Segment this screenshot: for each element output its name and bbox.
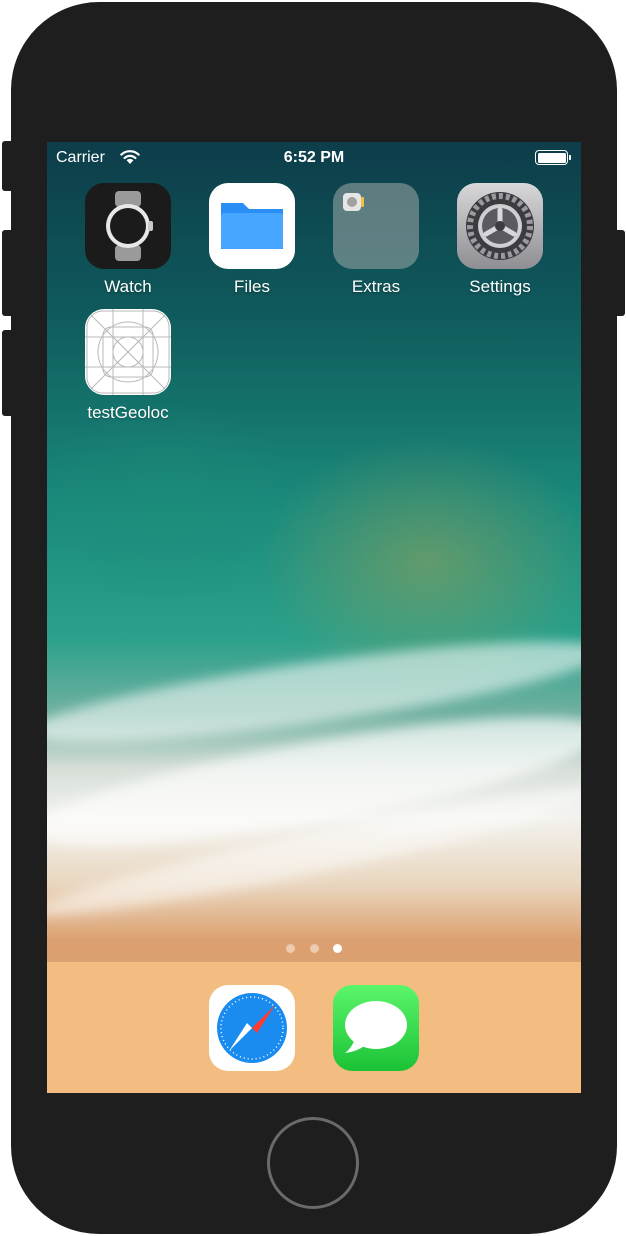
app-watch[interactable]: Watch bbox=[73, 183, 183, 297]
page-dot-active[interactable] bbox=[332, 944, 342, 953]
gear-icon[interactable] bbox=[457, 183, 543, 269]
folder-group-icon[interactable] bbox=[333, 183, 419, 269]
home-screen[interactable]: Carrier 6:52 PM Watch Files Extras Setti… bbox=[47, 142, 581, 1093]
speech-bubble-icon[interactable] bbox=[333, 985, 419, 1071]
clock: 6:52 PM bbox=[283, 149, 345, 166]
watch-icon[interactable] bbox=[85, 183, 171, 269]
app-label: Extras bbox=[351, 277, 401, 296]
app-label: Watch bbox=[104, 277, 152, 296]
page-indicator[interactable] bbox=[47, 940, 581, 958]
app-label: Files bbox=[234, 277, 270, 296]
app-settings[interactable]: Settings bbox=[445, 183, 555, 297]
page-dot[interactable] bbox=[286, 944, 296, 953]
battery-icon bbox=[535, 150, 568, 165]
status-bar: Carrier 6:52 PM bbox=[47, 142, 581, 174]
page-dot[interactable] bbox=[309, 944, 319, 953]
dock-app-messages[interactable] bbox=[321, 985, 431, 1071]
app-extras[interactable]: Extras bbox=[321, 183, 431, 297]
app-files[interactable]: Files bbox=[197, 183, 307, 297]
app-label: Settings bbox=[469, 277, 531, 296]
dock bbox=[47, 962, 581, 1093]
app-template-icon[interactable] bbox=[85, 309, 171, 395]
app-testgeoloc[interactable]: testGeoloc bbox=[73, 309, 183, 423]
battery-tip bbox=[569, 155, 571, 160]
compass-icon[interactable] bbox=[209, 985, 295, 1071]
home-button[interactable] bbox=[267, 1117, 359, 1209]
dock-app-safari[interactable] bbox=[197, 985, 307, 1071]
folder-icon[interactable] bbox=[209, 183, 295, 269]
app-label: testGeoloc bbox=[87, 403, 169, 422]
